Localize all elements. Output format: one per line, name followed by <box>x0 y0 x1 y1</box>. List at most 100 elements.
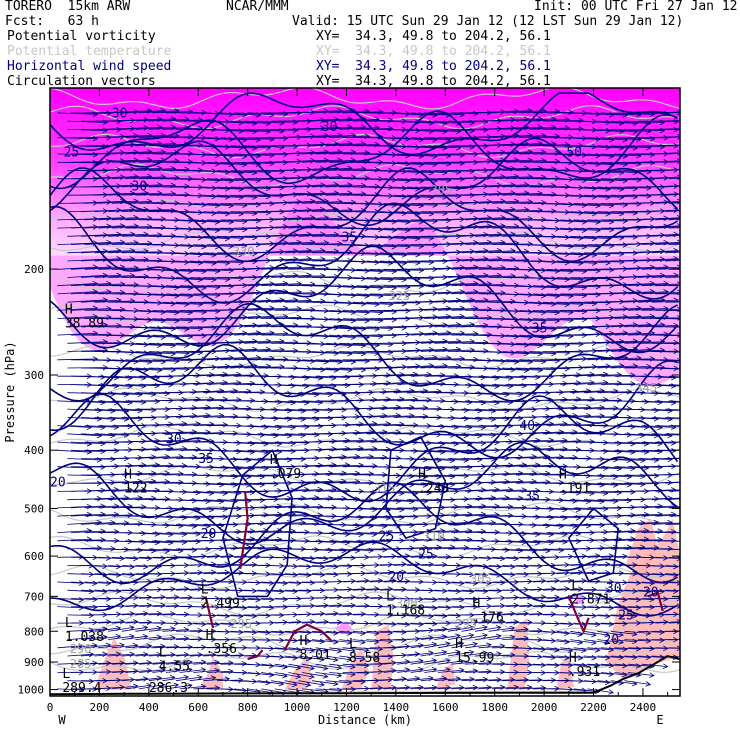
circulation-vector-head <box>691 240 696 245</box>
circulation-vector-head <box>708 416 713 421</box>
circulation-vector-head <box>687 167 692 172</box>
circulation-vector-head <box>698 505 703 510</box>
circulation-vector-head <box>698 447 703 452</box>
circulation-vector-head <box>685 539 689 544</box>
circulation-vector-head <box>698 487 703 492</box>
circulation-vector-head <box>691 174 696 179</box>
circulation-vector-head <box>681 433 686 438</box>
circulation-vector-head <box>714 233 719 238</box>
circulation-vector-head <box>699 423 703 428</box>
circulation-vector <box>678 367 680 369</box>
circulation-vector-head <box>691 109 696 114</box>
circulation-vector-head <box>714 343 719 348</box>
circulation-vector <box>668 441 680 443</box>
circulation-vector-head <box>714 368 719 373</box>
circulation-vector-head <box>681 392 686 397</box>
circulation-vector-head <box>714 125 719 130</box>
circulation-vector-head <box>714 300 719 305</box>
circulation-vector-head <box>687 191 692 196</box>
circulation-vector-head <box>691 134 696 139</box>
circulation-vector-head <box>701 166 706 171</box>
circulation-vector-head <box>687 126 691 131</box>
circulation-vector-head <box>691 199 696 204</box>
circulation-vector-head <box>704 216 709 221</box>
circulation-vector-head <box>704 334 709 339</box>
circulation-vector-head <box>704 158 709 163</box>
circulation-vector-head <box>701 142 705 147</box>
circulation-vector-head <box>681 496 686 501</box>
circulation-vector-head <box>705 292 709 297</box>
circulation-vector-head <box>708 455 712 460</box>
circulation-vector-head <box>691 282 696 287</box>
circulation-vector <box>678 417 680 418</box>
circulation-vector-head <box>687 207 692 212</box>
circulation-vector <box>678 474 680 476</box>
circulation-vector-head <box>681 480 686 485</box>
circulation-vector-head <box>687 143 692 148</box>
circulation-vector-head <box>691 291 695 296</box>
circulation-vector-head <box>704 224 708 229</box>
circulation-vector-head <box>714 117 719 122</box>
circulation-vector-head <box>685 487 690 492</box>
circulation-vector <box>678 120 680 122</box>
circulation-vector-head <box>701 342 706 347</box>
circulation-vector-head <box>709 522 713 527</box>
circulation-vector-head <box>687 324 691 329</box>
circulation-vector-head <box>714 258 719 263</box>
circulation-vector <box>678 235 680 237</box>
circulation-vector-head <box>691 150 696 155</box>
circulation-vector-head <box>704 241 709 246</box>
circulation-vector-head <box>704 317 709 322</box>
circulation-vector-head <box>705 266 709 271</box>
circulation-vector-head <box>701 299 705 304</box>
circulation-vector <box>678 170 680 171</box>
circulation-vector-head <box>681 472 686 477</box>
circulation-vector-head <box>691 308 695 313</box>
circulation-vector-head <box>687 350 691 355</box>
circulation-vector-head <box>709 431 713 436</box>
circulation-vector-head <box>687 367 692 372</box>
circulation-vector <box>678 128 680 130</box>
circulation-vector-head <box>695 455 700 460</box>
circulation-vector-head <box>695 479 700 484</box>
circulation-vector-head <box>715 275 719 280</box>
circulation-vector <box>678 194 680 196</box>
circulation-vector-head <box>685 440 689 445</box>
circulation-vector-head <box>701 257 706 262</box>
circulation-vector-head <box>695 392 700 397</box>
circulation-vector-head <box>704 360 709 365</box>
circulation-vector-head <box>698 531 703 536</box>
circulation-vector-head <box>698 540 703 545</box>
circulation-vector-head <box>685 504 690 509</box>
theta-contour <box>50 344 680 370</box>
circulation-vector-head <box>701 207 706 212</box>
circulation-vector-head <box>701 126 706 131</box>
circulation-vector-head <box>691 158 696 163</box>
cross-section-chart: 2025303030353035203530252520504035302520… <box>3 87 719 727</box>
circulation-vector-head <box>687 341 691 346</box>
circulation-vector-head <box>687 273 692 278</box>
circulation-vector-head <box>714 207 719 212</box>
page: { "header": { "model": "TORERO 15km ARW"… <box>0 0 740 740</box>
circulation-vector-head <box>687 183 692 188</box>
circulation-vector-head <box>704 199 709 204</box>
circulation-vector-head <box>705 283 709 288</box>
circulation-vector <box>665 457 680 459</box>
circulation-vector-head <box>685 400 690 405</box>
circulation-vector-head <box>681 521 686 526</box>
circulation-vector <box>678 408 680 410</box>
circulation-vector-head <box>701 274 706 279</box>
circulation-vector-head <box>698 400 703 405</box>
circulation-vector-head <box>695 471 700 476</box>
circulation-vector-head <box>708 471 713 476</box>
circulation-vector <box>678 392 680 394</box>
circulation-vector-head <box>698 384 703 389</box>
circulation-vector-head <box>687 118 691 123</box>
circulation-vector-head <box>701 325 705 330</box>
circulation-vector-head <box>701 191 706 196</box>
circulation-vector-head <box>691 266 696 271</box>
circulation-vector-head <box>701 232 706 237</box>
circulation-vector-head <box>685 384 690 389</box>
circulation-vector-head <box>704 174 709 179</box>
circulation-vector-head <box>699 513 703 518</box>
